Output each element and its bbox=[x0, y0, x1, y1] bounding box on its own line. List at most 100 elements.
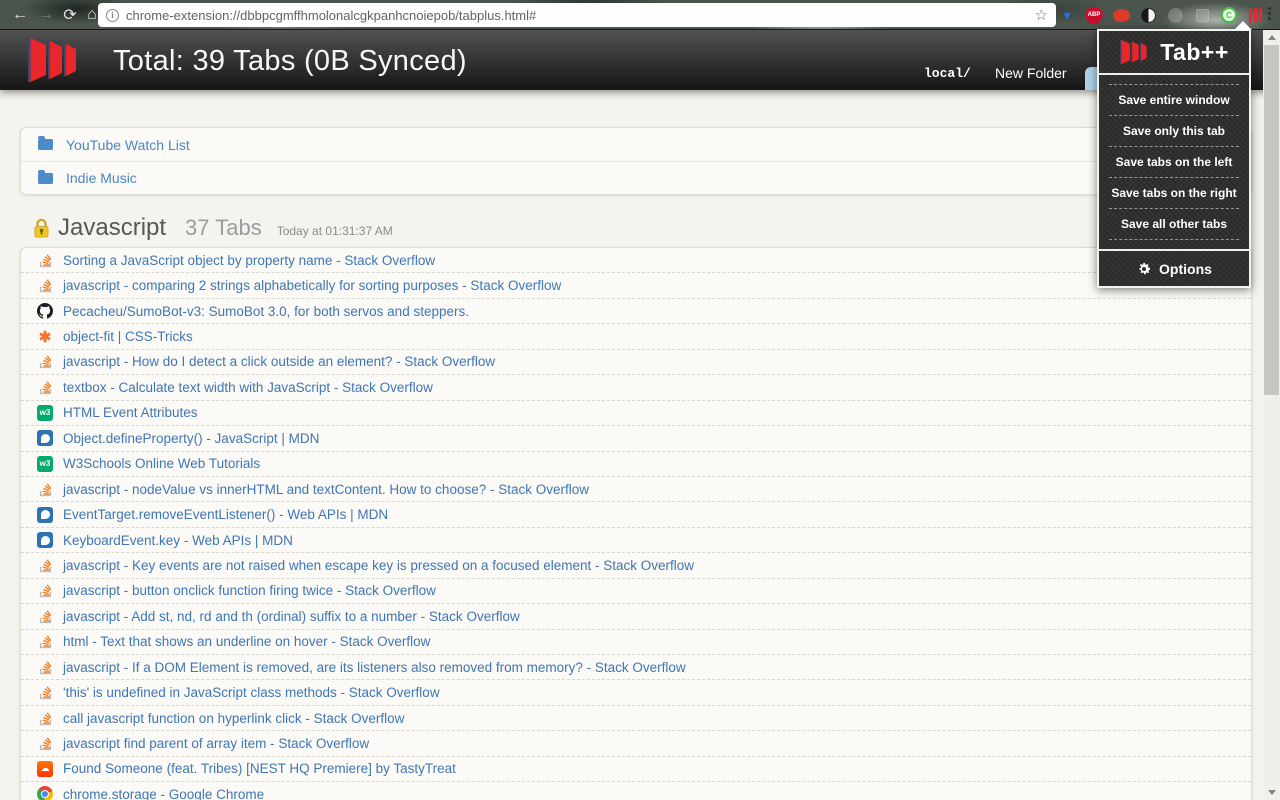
tab-row[interactable]: javascript - Add st, nd, rd and th (ordi… bbox=[21, 604, 1251, 630]
popup-item-save-entire-window[interactable]: Save entire window bbox=[1109, 84, 1239, 115]
url-text: chrome-extension://dbbpcgmffhmolonalcgkp… bbox=[126, 7, 537, 23]
chrome-favicon-icon bbox=[37, 786, 53, 800]
tab-title: object-fit | CSS-Tricks bbox=[63, 329, 193, 345]
bookmark-star-icon[interactable]: ☆ bbox=[1035, 6, 1048, 24]
half-circle-extension-icon[interactable] bbox=[1139, 6, 1157, 24]
scrollbar-up-icon[interactable] bbox=[1268, 35, 1276, 40]
tab-title: html - Text that shows an underline on h… bbox=[63, 634, 431, 650]
tab-title: Sorting a JavaScript object by property … bbox=[63, 252, 436, 268]
tab-row[interactable]: w3 W3Schools Online Web Tutorials bbox=[21, 452, 1251, 477]
tab-row[interactable]: javascript - nodeValue vs innerHTML and … bbox=[21, 477, 1251, 503]
tab-row[interactable]: html - Text that shows an underline on h… bbox=[21, 630, 1251, 655]
half-circle-extension-icon bbox=[1140, 7, 1156, 23]
tabs-card: Sorting a JavaScript object by property … bbox=[20, 247, 1252, 800]
tab-row[interactable]: javascript find parent of array item - S… bbox=[21, 731, 1251, 757]
dim-extension-icon bbox=[1167, 7, 1183, 23]
folder-row[interactable]: Indie Music bbox=[21, 161, 1251, 194]
tab-row[interactable]: ☁ Found Someone (feat. Tribes) [NEST HQ P… bbox=[21, 757, 1251, 783]
tab-row[interactable]: Pecacheu/SumoBot-v3: SumoBot 3.0, for bo… bbox=[21, 299, 1251, 325]
tab-row[interactable]: 'this' is undefined in JavaScript class … bbox=[21, 680, 1251, 706]
gear-icon bbox=[1139, 262, 1151, 274]
mdn-favicon-icon bbox=[37, 506, 53, 523]
local-breadcrumb[interactable]: local/ bbox=[924, 66, 971, 81]
popup-item-save-tabs-on-the-right[interactable]: Save tabs on the right bbox=[1109, 177, 1239, 208]
browser-toolbar: ← → ⟳ ⌂ i chrome-extension://dbbpcgmffhm… bbox=[0, 0, 1280, 30]
stackoverflow-favicon-icon bbox=[37, 659, 53, 675]
tab-row[interactable]: Sorting a JavaScript object by property … bbox=[21, 248, 1251, 274]
tab-title: javascript - nodeValue vs innerHTML and … bbox=[63, 481, 589, 497]
red-dot-extension-icon[interactable] bbox=[1112, 6, 1130, 24]
stackoverflow-favicon-icon bbox=[37, 736, 53, 752]
tab-row[interactable]: ✱ object-fit | CSS-Tricks bbox=[21, 324, 1251, 350]
w3schools-favicon-icon: w3 bbox=[37, 455, 53, 472]
stackoverflow-favicon-icon bbox=[37, 634, 53, 650]
page-info-icon[interactable]: i bbox=[106, 8, 119, 22]
dim-extension-icon[interactable] bbox=[1166, 6, 1184, 24]
page-scrollbar[interactable] bbox=[1263, 30, 1280, 800]
mdn-favicon-icon bbox=[37, 430, 53, 447]
tab-row[interactable]: w3 HTML Event Attributes bbox=[21, 401, 1251, 427]
stackoverflow-favicon-icon bbox=[37, 379, 53, 395]
dim-square-extension-icon[interactable] bbox=[1193, 6, 1211, 24]
stackoverflow-favicon-icon bbox=[37, 481, 53, 497]
tab-title: Object.defineProperty() - JavaScript | M… bbox=[63, 430, 320, 446]
tab-title: javascript - How do I detect a click out… bbox=[63, 354, 496, 370]
folders-card: YouTube Watch List Indie Music bbox=[20, 127, 1252, 195]
scrollbar-thumb[interactable] bbox=[1264, 45, 1279, 395]
popup-header: Tab++ bbox=[1099, 31, 1249, 75]
tab-row[interactable]: javascript - comparing 2 strings alphabe… bbox=[21, 273, 1251, 299]
tab-title: HTML Event Attributes bbox=[63, 405, 198, 421]
red-dot-extension-icon bbox=[1112, 8, 1130, 22]
adblock-plus-icon[interactable]: ABP bbox=[1085, 6, 1103, 24]
folder-row[interactable]: YouTube Watch List bbox=[21, 128, 1251, 161]
folder-name: YouTube Watch List bbox=[66, 136, 190, 153]
tab-row[interactable]: javascript - If a DOM Element is removed… bbox=[21, 655, 1251, 681]
tab-title: 'this' is undefined in JavaScript class … bbox=[63, 685, 440, 701]
tab-row[interactable]: textbox - Calculate text width with Java… bbox=[21, 375, 1251, 401]
popup-item-save-tabs-on-the-left[interactable]: Save tabs on the left bbox=[1109, 146, 1239, 177]
back-icon[interactable]: ← bbox=[8, 3, 32, 27]
page-title: Total: 39 Tabs (0B Synced) bbox=[113, 45, 467, 77]
tab-title: Found Someone (feat. Tribes) [NEST HQ Pr… bbox=[63, 761, 456, 777]
browser-menu-icon[interactable] bbox=[1266, 7, 1272, 23]
folder-icon bbox=[38, 169, 53, 184]
w3schools-favicon-icon: w3 bbox=[37, 404, 53, 421]
folder-icon bbox=[38, 136, 53, 150]
tab-row[interactable]: EventTarget.removeEventListener() - Web … bbox=[21, 502, 1251, 528]
scrollbar-down-icon[interactable] bbox=[1268, 790, 1276, 795]
tab-row[interactable]: Object.defineProperty() - JavaScript | M… bbox=[21, 426, 1251, 452]
tab-title: EventTarget.removeEventListener() - Web … bbox=[63, 507, 389, 523]
stackoverflow-favicon-icon bbox=[37, 710, 53, 726]
blue-pin-extension-icon[interactable]: ▼ bbox=[1058, 6, 1076, 24]
tab-row[interactable]: chrome.storage - Google Chrome bbox=[21, 782, 1251, 800]
stackoverflow-favicon-icon bbox=[37, 583, 53, 599]
tab-title: javascript - comparing 2 strings alphabe… bbox=[63, 278, 562, 294]
tab-title: chrome.storage - Google Chrome bbox=[63, 786, 265, 800]
stackoverflow-favicon-icon bbox=[37, 557, 53, 573]
stackoverflow-favicon-icon bbox=[37, 252, 53, 268]
tab-row[interactable]: javascript - How do I detect a click out… bbox=[21, 350, 1251, 376]
tab-title: javascript - Add st, nd, rd and th (ordi… bbox=[63, 608, 520, 624]
popup-item-save-all-other-tabs[interactable]: Save all other tabs bbox=[1109, 208, 1239, 240]
stackoverflow-favicon-icon bbox=[37, 354, 53, 370]
forward-icon[interactable]: → bbox=[34, 3, 58, 27]
section-timestamp: Today at 01:31:37 AM bbox=[276, 224, 393, 238]
lock-icon[interactable] bbox=[34, 218, 49, 238]
tab-title: javascript - button onclick function fir… bbox=[63, 583, 436, 599]
tab-row[interactable]: javascript - button onclick function fir… bbox=[21, 579, 1251, 605]
tabpp-popup: Tab++ Save entire window Save only this t… bbox=[1097, 29, 1251, 288]
tab-row[interactable]: javascript - Key events are not raised w… bbox=[21, 553, 1251, 579]
mdn-favicon-icon bbox=[37, 532, 53, 549]
tab-row[interactable]: call javascript function on hyperlink cl… bbox=[21, 706, 1251, 732]
new-folder-button[interactable]: New Folder bbox=[995, 65, 1067, 81]
options-button[interactable]: Options bbox=[1099, 249, 1249, 286]
tab-title: javascript - If a DOM Element is removed… bbox=[63, 659, 686, 675]
tabpp-logo-icon bbox=[1120, 39, 1147, 65]
address-bar[interactable]: i chrome-extension://dbbpcgmffhmolonalcg… bbox=[98, 3, 1056, 27]
popup-item-save-only-this-tab[interactable]: Save only this tab bbox=[1109, 115, 1239, 146]
tab-row[interactable]: KeyboardEvent.key - Web APIs | MDN bbox=[21, 528, 1251, 554]
adblock-plus-icon: ABP bbox=[1085, 6, 1103, 24]
folder-name: Indie Music bbox=[66, 170, 137, 186]
reload-icon[interactable]: ⟳ bbox=[58, 3, 82, 27]
stackoverflow-favicon-icon bbox=[37, 278, 53, 294]
